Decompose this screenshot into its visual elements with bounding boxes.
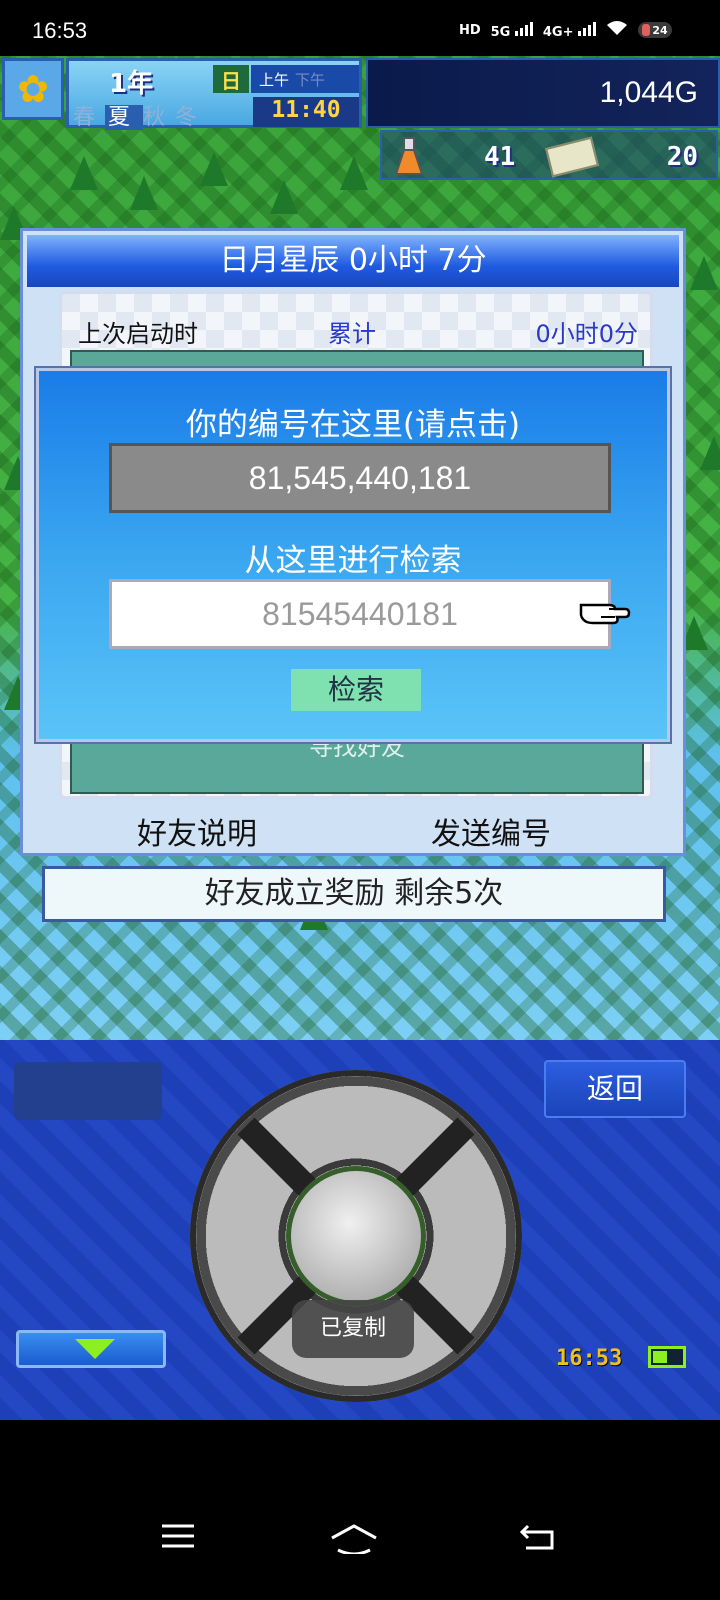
calendar: 1年 日 上午 下午 春夏秋冬 11:40 [66,58,362,131]
game-clock: 11:40 [253,97,359,127]
money-display: 1,044G [366,58,720,128]
research-points: 41 [484,142,516,172]
search-label: 从这里进行检索 [244,543,462,579]
search-button[interactable]: 检索 [291,669,421,711]
season-spring: 春 [73,105,106,130]
status-bar: 16:53 HD 5G 4G+ 24 [0,0,720,56]
back-nav-icon[interactable] [518,1522,558,1552]
copied-toast: 已复制 [292,1300,414,1358]
status-time: 16:53 [32,18,88,43]
search-input[interactable]: 81545440181 [109,579,611,649]
down-arrow-icon [75,1339,115,1359]
ampm-indicator: 上午 下午 [251,65,359,93]
book-count: 20 [666,142,698,172]
home-icon[interactable] [330,1522,378,1554]
signal-4g-icon: 4G+ [543,20,596,40]
battery-icon: 24 [638,22,672,38]
menu-icon[interactable] [160,1522,196,1550]
season-list: 春夏秋冬 [73,99,207,131]
friend-reward-bar: 好友成立奖励 剩余5次 [42,866,666,922]
total-value: 0小时0分 [535,320,638,348]
my-id-box[interactable]: 81,545,440,181 [109,443,611,513]
last-launch-label: 上次启动时 [78,320,198,348]
dpad-center-button[interactable] [286,1166,426,1306]
pointing-hand-icon [579,603,631,625]
status-icons: HD 5G 4G+ 24 [459,20,672,40]
control-area: 返回 已复制 16:53 [0,1040,720,1420]
dialog-title: 你的编号在这里(请点击) [185,407,521,443]
am-label: 上午 [259,71,290,89]
book-icon [545,136,599,178]
device-clock: 16:53 [556,1346,623,1371]
hd-icon: HD [458,22,481,38]
send-id-button[interactable]: 发送编号 [431,809,551,853]
game-battery-icon [648,1346,686,1368]
empty-control-slot [14,1062,162,1120]
navigation-bar [0,1420,720,1600]
panel-title: 日月星辰 0小时 7分 [27,235,679,287]
friend-info-button[interactable]: 好友说明 [137,809,257,853]
season-winter: 冬 [175,105,208,130]
season-summer: 夏 [105,105,144,130]
friend-id-dialog: 你的编号在这里(请点击) 81,545,440,181 从这里进行检索 8154… [36,368,670,742]
network-4g-label: 4G+ [542,25,574,40]
wifi-icon [606,20,628,40]
network-5g-label: 5G [490,25,511,40]
total-label: 累计 [328,320,376,348]
weekday-label: 日 [213,65,249,93]
signal-5g-icon: 5G [491,20,533,40]
flask-icon [394,137,424,175]
back-button[interactable]: 返回 [544,1060,686,1118]
screen: 16:53 HD 5G 4G+ 24 ✿ 1年 日 上午 下午 春 夏 秋冬 1… [0,0,720,1600]
year-label: 1年 [109,69,154,99]
sunflower-icon[interactable]: ✿ [2,58,64,120]
season-autumn: 秋 [143,105,176,130]
hud: ✿ 1年 日 上午 下午 春夏秋冬 11:40 1,044G 41 20 [0,56,720,180]
resource-bar: 41 20 [380,130,718,180]
menu-toggle-button[interactable] [16,1330,166,1368]
battery-level: 24 [652,23,668,37]
pm-label: 下午 [295,71,326,89]
